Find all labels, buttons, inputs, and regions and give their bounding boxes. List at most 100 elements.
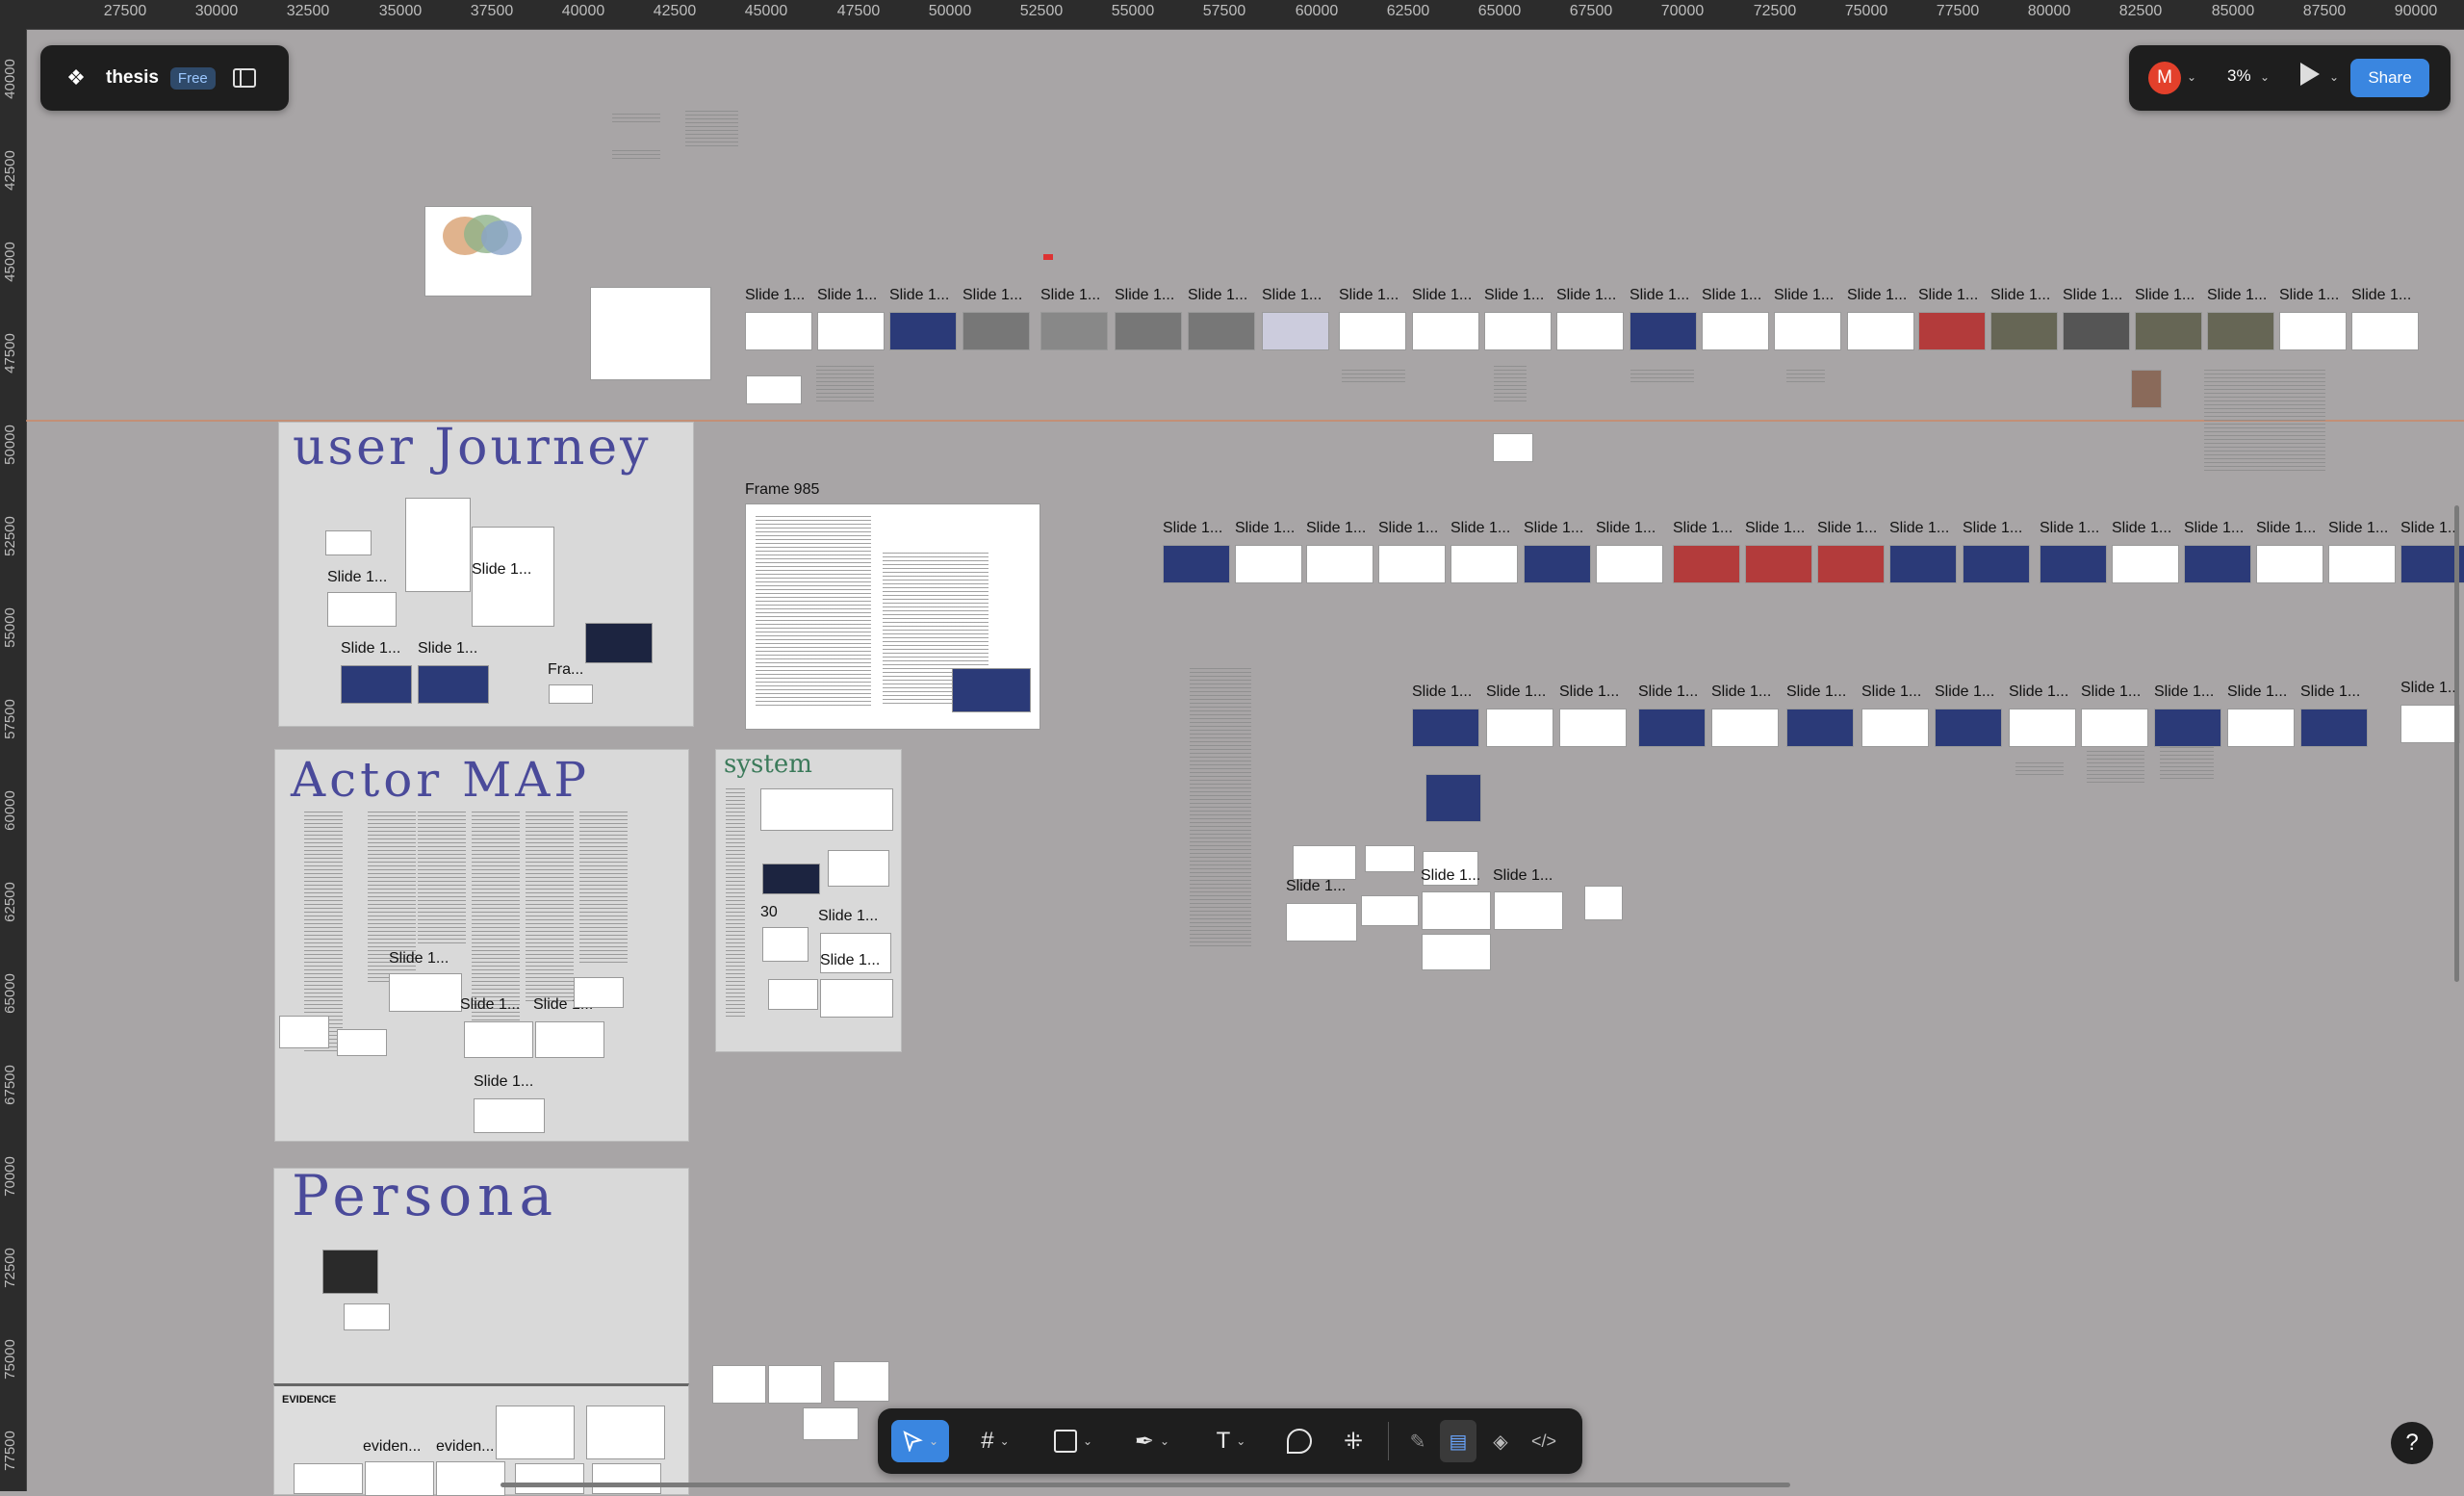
text-snippet[interactable]: [2087, 751, 2144, 784]
slide-thumbnail[interactable]: [474, 1098, 545, 1133]
text-snippet[interactable]: [612, 150, 660, 162]
slide-label[interactable]: Slide 1...: [1673, 520, 1732, 537]
slide-label[interactable]: Slide 1...: [2081, 684, 2141, 701]
slide-thumbnail[interactable]: [1484, 312, 1552, 350]
plan-badge[interactable]: Free: [169, 66, 216, 90]
diagram-frame[interactable]: [1422, 934, 1491, 970]
slide-label[interactable]: Slide 1...: [1638, 684, 1698, 701]
slide-thumbnail[interactable]: [2063, 312, 2130, 350]
slide-label[interactable]: Slide 1...: [1115, 287, 1174, 304]
slide-label[interactable]: Slide 1...: [327, 569, 387, 586]
slide-thumbnail[interactable]: [2328, 545, 2396, 583]
slide-thumbnail[interactable]: [535, 1021, 604, 1058]
diagram-frame[interactable]: [1584, 886, 1623, 920]
slide-label[interactable]: Slide 1...: [1786, 684, 1846, 701]
slide-label[interactable]: Slide 1...: [1486, 684, 1546, 701]
slide-label[interactable]: Slide 1...: [1412, 287, 1472, 304]
system-section[interactable]: system 30 Slide 1... Slide 1...: [715, 749, 902, 1052]
persona-card[interactable]: [322, 1250, 378, 1294]
help-button[interactable]: ?: [2391, 1422, 2433, 1464]
slide-label[interactable]: Slide 1...: [1559, 684, 1619, 701]
slide-label[interactable]: Slide 1...: [1484, 287, 1544, 304]
slide-label[interactable]: eviden...: [436, 1438, 494, 1456]
small-frame[interactable]: [768, 1365, 822, 1404]
slide-thumbnail[interactable]: [2135, 312, 2202, 350]
slide-thumbnail[interactable]: [2256, 545, 2323, 583]
slide-thumbnail[interactable]: [341, 665, 412, 704]
comment-tool[interactable]: [1280, 1420, 1319, 1462]
slide-label[interactable]: Slide 1...: [2279, 287, 2339, 304]
slide-thumbnail[interactable]: [327, 592, 397, 627]
diagram-frame[interactable]: [1361, 895, 1419, 926]
vertical-scrollbar[interactable]: [2454, 505, 2459, 982]
slide-thumbnail[interactable]: [745, 312, 812, 350]
slide-thumbnail[interactable]: [1262, 312, 1329, 350]
slide-thumbnail[interactable]: [2112, 545, 2179, 583]
slide-label[interactable]: Slide 1...: [2154, 684, 2214, 701]
slide-thumbnail[interactable]: [1115, 312, 1182, 350]
slide-thumbnail[interactable]: [1702, 312, 1769, 350]
avatar[interactable]: M: [2148, 62, 2181, 94]
small-frame[interactable]: [712, 1365, 766, 1404]
slide-label[interactable]: Slide 1...: [1556, 287, 1616, 304]
small-frame[interactable]: [1493, 433, 1533, 462]
slide-thumbnail[interactable]: [1412, 709, 1479, 747]
slide-thumbnail[interactable]: [1339, 312, 1406, 350]
slide-thumbnail[interactable]: [1817, 545, 1885, 583]
slide-label[interactable]: Slide 1...: [1918, 287, 1978, 304]
slide-thumbnail[interactable]: [1425, 774, 1481, 822]
slide-label[interactable]: Slide 1...: [341, 640, 400, 658]
venn-diagram-frame[interactable]: [424, 206, 532, 297]
slide-thumbnail[interactable]: [1990, 312, 2058, 350]
slide-label[interactable]: Slide 1...: [2207, 287, 2267, 304]
slide-thumbnail[interactable]: [1847, 312, 1914, 350]
slide-label[interactable]: Slide 1...: [1412, 684, 1472, 701]
file-name[interactable]: thesis: [106, 67, 159, 89]
scatter-frame[interactable]: [590, 287, 711, 380]
diagram-frame[interactable]: [1422, 891, 1491, 930]
share-button[interactable]: Share: [2350, 59, 2429, 97]
chevron-down-icon[interactable]: ⌄: [929, 1434, 938, 1448]
diagram-frame[interactable]: [1494, 891, 1563, 930]
text-snippet[interactable]: [685, 111, 738, 149]
slide-label[interactable]: Slide 1...: [962, 287, 1022, 304]
slide-thumbnail[interactable]: [1163, 545, 1230, 583]
slide-thumbnail[interactable]: [2227, 709, 2295, 747]
chevron-down-icon[interactable]: ⌄: [1083, 1434, 1092, 1448]
slide-thumbnail[interactable]: [817, 312, 885, 350]
slide-thumbnail[interactable]: [2207, 312, 2274, 350]
slide-label[interactable]: Slide 1...: [2112, 520, 2171, 537]
slide-label[interactable]: Slide 1...: [2256, 520, 2316, 537]
slide-label[interactable]: Slide 1...: [389, 950, 449, 967]
text-snippet[interactable]: [1786, 370, 1825, 385]
actions-tool[interactable]: ⁜: [1334, 1420, 1373, 1462]
slide-thumbnail[interactable]: [1711, 709, 1779, 747]
slide-thumbnail[interactable]: [1861, 709, 1929, 747]
slide-thumbnail[interactable]: [1556, 312, 1624, 350]
slide-label[interactable]: Slide 1...: [1963, 520, 2022, 537]
zoom-level[interactable]: 3%: [2227, 66, 2251, 86]
dev-mode-toggle[interactable]: </>: [1525, 1420, 1563, 1462]
image-frame[interactable]: [585, 623, 653, 663]
small-frame[interactable]: [768, 979, 818, 1010]
photo[interactable]: [2131, 370, 2162, 408]
small-frame[interactable]: [325, 530, 372, 555]
long-text-list[interactable]: [1190, 668, 1251, 947]
slide-label[interactable]: Slide 1...: [1935, 684, 1994, 701]
slide-thumbnail[interactable]: [2351, 312, 2419, 350]
shape-tool[interactable]: ⌄: [1043, 1420, 1103, 1462]
slide-label[interactable]: Slide 1...: [818, 908, 878, 925]
slide-thumbnail[interactable]: [2184, 545, 2251, 583]
slide-label[interactable]: Slide 1...: [2328, 520, 2388, 537]
persona-section[interactable]: Persona: [273, 1163, 689, 1385]
slide-label[interactable]: Slide 1...: [1306, 520, 1366, 537]
slide-label[interactable]: Slide 1...: [1421, 867, 1480, 885]
slide-thumbnail[interactable]: [592, 1463, 661, 1494]
slide-label[interactable]: Slide 1...: [2400, 680, 2460, 697]
diagram-frame[interactable]: [1365, 845, 1415, 872]
slide-thumbnail[interactable]: [1638, 709, 1706, 747]
slide-thumbnail[interactable]: [1774, 312, 1841, 350]
image-frame[interactable]: [762, 864, 820, 894]
slide-thumbnail[interactable]: [1188, 312, 1255, 350]
slide-label[interactable]: Slide 1...: [1702, 287, 1761, 304]
